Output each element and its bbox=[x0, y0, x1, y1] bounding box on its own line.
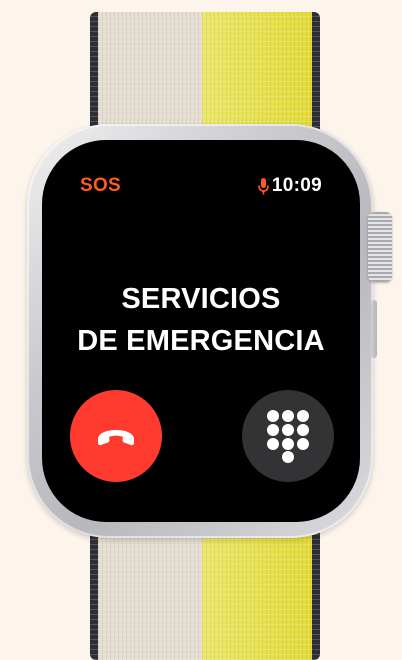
phone-end-icon bbox=[98, 430, 134, 446]
status-right: 10:09 bbox=[258, 175, 322, 197]
call-title-line-2: DE EMERGENCIA bbox=[77, 325, 325, 357]
digital-crown[interactable] bbox=[368, 212, 392, 282]
watch-screen: SOS 10:09 SERVICIOS DE EMERGENCIA bbox=[42, 140, 360, 522]
end-call-button[interactable] bbox=[70, 390, 162, 482]
clock: 10:09 bbox=[271, 175, 322, 196]
side-button[interactable] bbox=[371, 300, 377, 358]
keypad-icon bbox=[267, 410, 309, 463]
keypad-button[interactable] bbox=[242, 390, 334, 482]
microphone-icon bbox=[258, 177, 269, 194]
call-title-line-1: SERVICIOS bbox=[121, 283, 281, 315]
sos-label: SOS bbox=[80, 175, 122, 196]
